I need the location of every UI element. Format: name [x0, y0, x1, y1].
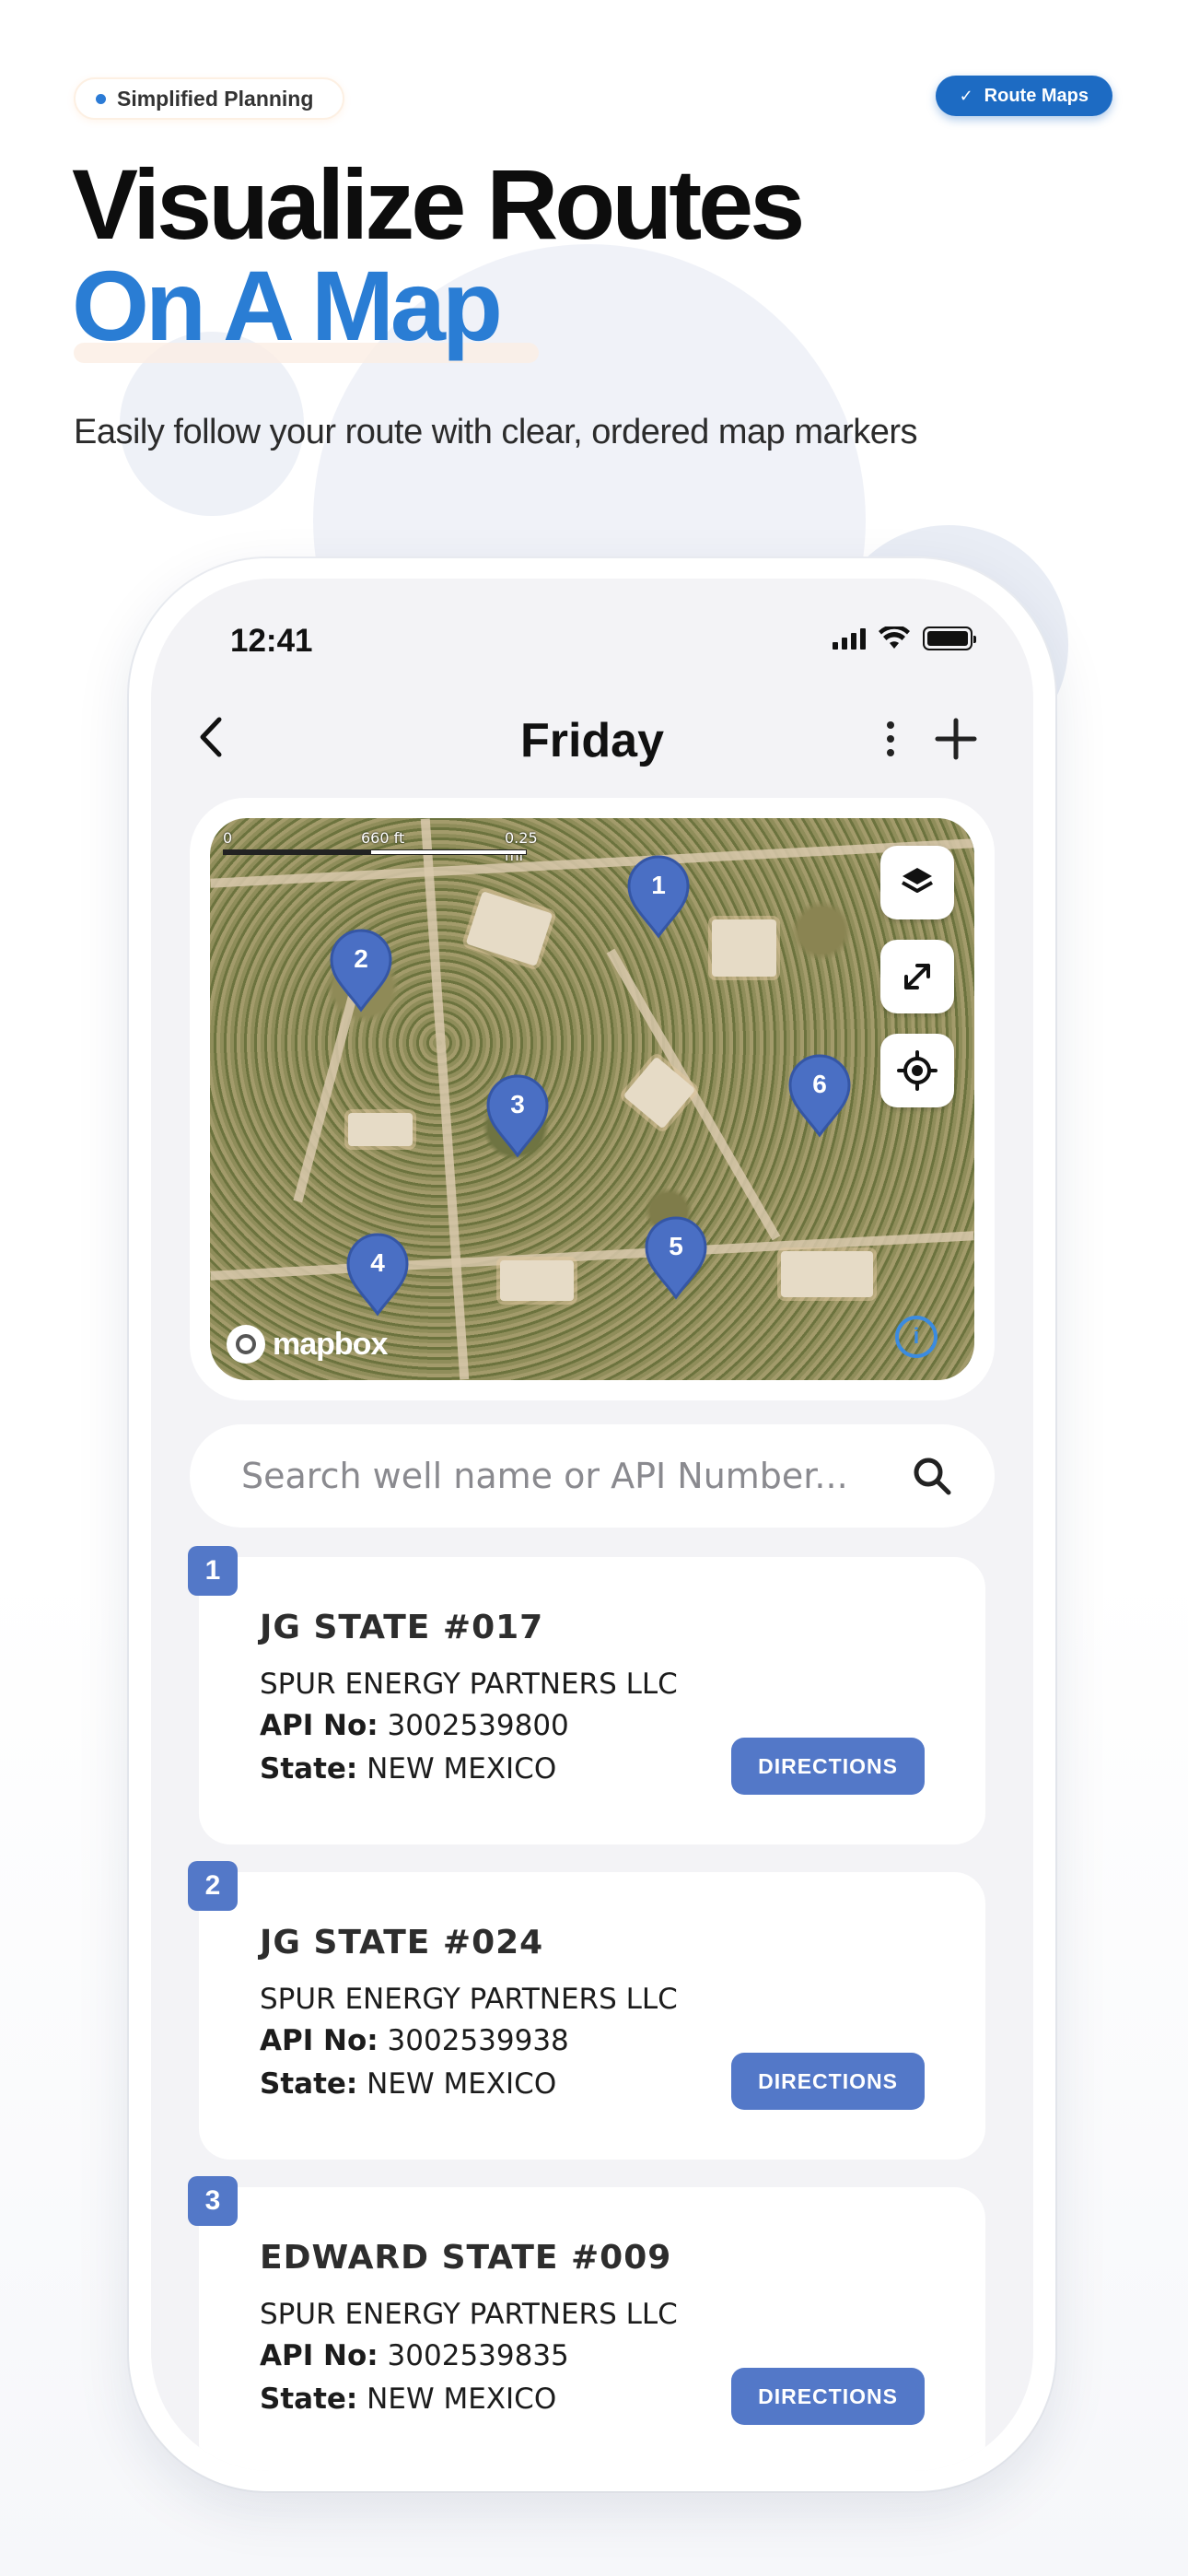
layers-icon [902, 868, 933, 893]
map-marker-3[interactable]: 3 [484, 1074, 551, 1159]
map-marker-4[interactable]: 4 [344, 1233, 411, 1317]
expand-icon [904, 964, 930, 989]
well-card[interactable]: JG STATE #017 SPUR ENERGY PARTNERS LLC A… [199, 1557, 985, 1844]
scale-label: 660 ft [361, 829, 405, 847]
well-state: State: NEW MEXICO [260, 1752, 557, 1786]
directions-button[interactable]: DIRECTIONS [731, 2368, 925, 2425]
satellite-map[interactable]: 0 660 ft 0.25 mi 1 2 3 4 5 6 mapbox i [210, 818, 974, 1380]
well-state: State: NEW MEXICO [260, 2383, 557, 2416]
mapbox-logo: mapbox [227, 1325, 388, 1364]
status-time: 12:41 [230, 623, 313, 659]
map-info-icon[interactable]: i [895, 1316, 938, 1358]
well-api: API No: 3002539800 [260, 1709, 569, 1742]
mapbox-icon [227, 1325, 265, 1364]
check-icon: ✓ [959, 86, 973, 105]
well-pad [500, 1260, 574, 1301]
map-scale-bar: 0 660 ft 0.25 mi [223, 829, 554, 864]
map-card: 0 660 ft 0.25 mi 1 2 3 4 5 6 mapbox i [190, 798, 995, 1400]
well-pad [712, 919, 776, 977]
well-company: SPUR ENERGY PARTNERS LLC [260, 1983, 678, 2016]
well-order-badge: 1 [188, 1546, 238, 1596]
well-pad [348, 1113, 413, 1146]
scale-label: 0.25 mi [505, 829, 538, 864]
directions-button[interactable]: DIRECTIONS [731, 2053, 925, 2110]
well-name: JG STATE #024 [260, 1924, 544, 1961]
search-bar [190, 1424, 995, 1528]
battery-icon [923, 626, 976, 650]
well-name: EDWARD STATE #009 [260, 2239, 672, 2277]
search-icon[interactable] [910, 1454, 954, 1498]
search-input[interactable] [241, 1456, 910, 1496]
signal-icon [833, 627, 866, 650]
route-maps-badge-label: Route Maps [984, 85, 1089, 106]
map-marker-5[interactable]: 5 [643, 1216, 709, 1301]
subtitle: Easily follow your route with clear, ord… [74, 413, 918, 451]
headline-line-1: Visualize Routes [72, 148, 805, 260]
map-marker-6[interactable]: 6 [786, 1054, 853, 1139]
well-order-badge: 3 [188, 2176, 238, 2226]
map-locate-button[interactable] [880, 1034, 954, 1107]
wifi-icon [879, 626, 910, 649]
map-fullscreen-button[interactable] [880, 940, 954, 1013]
feature-pill: Simplified Planning [74, 77, 345, 120]
well-company: SPUR ENERGY PARTNERS LLC [260, 2298, 678, 2331]
well-order-badge: 2 [188, 1861, 238, 1911]
dot-icon [96, 93, 106, 104]
map-layers-button[interactable] [880, 846, 954, 919]
well-pad [465, 891, 553, 966]
map-road [420, 818, 470, 1380]
directions-button[interactable]: DIRECTIONS [731, 1738, 925, 1795]
well-state: State: NEW MEXICO [260, 2067, 557, 2101]
well-company: SPUR ENERGY PARTNERS LLC [260, 1668, 678, 1701]
add-button[interactable] [930, 713, 982, 765]
well-pad [623, 1056, 696, 1130]
map-marker-1[interactable]: 1 [625, 855, 692, 940]
phone-screen: 12:41 Friday 0 660 ft 0.25 mi 1 2 3 4 5 … [151, 579, 1033, 2471]
well-card[interactable]: EDWARD STATE #009 SPUR ENERGY PARTNERS L… [199, 2187, 985, 2471]
plus-icon [935, 718, 977, 760]
status-icons [833, 626, 976, 650]
well-card[interactable]: JG STATE #024 SPUR ENERGY PARTNERS LLC A… [199, 1872, 985, 2160]
scale-label: 0 [223, 829, 233, 847]
route-maps-badge: ✓ Route Maps [935, 76, 1112, 116]
mapbox-wordmark: mapbox [273, 1326, 388, 1362]
well-api: API No: 3002539835 [260, 2339, 569, 2372]
well-pad [781, 1251, 873, 1297]
feature-pill-label: Simplified Planning [117, 86, 314, 111]
well-api: API No: 3002539938 [260, 2024, 569, 2057]
crosshair-icon [897, 1050, 938, 1091]
well-name: JG STATE #017 [260, 1609, 544, 1646]
more-options-button[interactable] [877, 713, 904, 765]
map-marker-2[interactable]: 2 [328, 929, 394, 1013]
headline-line-2: On A Map [72, 250, 503, 361]
map-road [293, 995, 357, 1203]
